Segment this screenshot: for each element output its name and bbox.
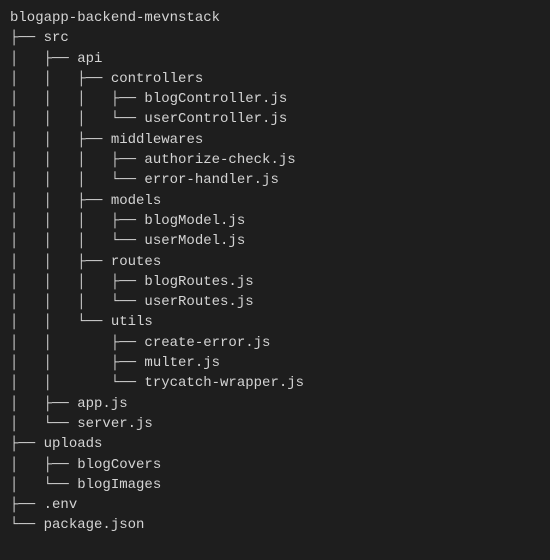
tree-node-name: routes (111, 254, 161, 270)
tree-node-name: blogController.js (144, 91, 287, 107)
tree-node-name: blogModel.js (144, 213, 245, 229)
tree-node-name: models (111, 193, 161, 209)
tree-branch-icon: │ │ ├── (10, 193, 111, 209)
tree-line: │ │ │ ├── blogController.js (10, 89, 540, 109)
tree-line: │ │ ├── multer.js (10, 353, 540, 373)
tree-line: │ │ │ └── error-handler.js (10, 170, 540, 190)
tree-line: │ │ │ ├── blogRoutes.js (10, 272, 540, 292)
tree-node-name: userRoutes.js (144, 294, 253, 310)
tree-node-name: blogCovers (77, 457, 161, 473)
tree-node-name: app.js (77, 396, 127, 412)
tree-branch-icon: │ │ └── (10, 314, 111, 330)
tree-node-name: uploads (44, 436, 103, 452)
tree-node-name: src (44, 30, 69, 46)
tree-node-name: authorize-check.js (144, 152, 295, 168)
tree-line: │ │ ├── middlewares (10, 130, 540, 150)
tree-line: │ │ ├── routes (10, 252, 540, 272)
tree-line: ├── .env (10, 495, 540, 515)
tree-node-name: userModel.js (144, 233, 245, 249)
tree-node-name: trycatch-wrapper.js (144, 375, 304, 391)
tree-branch-icon: │ │ │ ├── (10, 213, 144, 229)
tree-line: │ └── blogImages (10, 475, 540, 495)
tree-line: │ │ └── utils (10, 312, 540, 332)
tree-line: │ │ ├── models (10, 191, 540, 211)
tree-branch-icon: │ │ │ ├── (10, 152, 144, 168)
tree-node-name: .env (44, 497, 78, 513)
tree-branch-icon: │ └── (10, 416, 77, 432)
tree-branch-icon: │ │ │ └── (10, 233, 144, 249)
tree-line: │ │ │ ├── blogModel.js (10, 211, 540, 231)
tree-node-name: create-error.js (144, 335, 270, 351)
tree-line: ├── src (10, 28, 540, 48)
tree-branch-icon: │ │ ├── (10, 335, 144, 351)
tree-line: │ ├── app.js (10, 394, 540, 414)
tree-line: │ ├── api (10, 49, 540, 69)
tree-branch-icon: │ │ └── (10, 375, 144, 391)
tree-branch-icon: ├── (10, 30, 44, 46)
tree-line: │ │ ├── controllers (10, 69, 540, 89)
tree-branch-icon: │ │ │ ├── (10, 274, 144, 290)
tree-node-name: userController.js (144, 111, 287, 127)
tree-line: │ │ │ ├── authorize-check.js (10, 150, 540, 170)
tree-node-name: utils (111, 314, 153, 330)
tree-node-name: api (77, 51, 102, 67)
tree-node-name: error-handler.js (144, 172, 278, 188)
tree-branch-icon: │ │ ├── (10, 132, 111, 148)
tree-line: │ │ │ └── userModel.js (10, 231, 540, 251)
tree-branch-icon: │ │ │ └── (10, 172, 144, 188)
tree-branch-icon: └── (10, 517, 44, 533)
tree-branch-icon: │ │ │ ├── (10, 91, 144, 107)
tree-line: └── package.json (10, 515, 540, 535)
tree-branch-icon: │ └── (10, 477, 77, 493)
tree-line: │ │ │ └── userController.js (10, 109, 540, 129)
tree-line: │ └── server.js (10, 414, 540, 434)
file-tree: blogapp-backend-mevnstack├── src│ ├── ap… (0, 0, 550, 544)
tree-line: blogapp-backend-mevnstack (10, 8, 540, 28)
tree-branch-icon: ├── (10, 497, 44, 513)
tree-line: │ │ ├── create-error.js (10, 333, 540, 353)
tree-branch-icon: │ ├── (10, 396, 77, 412)
tree-node-name: blogImages (77, 477, 161, 493)
tree-line: ├── uploads (10, 434, 540, 454)
tree-node-name: blogapp-backend-mevnstack (10, 10, 220, 26)
tree-line: │ │ │ └── userRoutes.js (10, 292, 540, 312)
tree-node-name: server.js (77, 416, 153, 432)
tree-line: │ ├── blogCovers (10, 455, 540, 475)
tree-node-name: multer.js (144, 355, 220, 371)
tree-branch-icon: ├── (10, 436, 44, 452)
tree-node-name: middlewares (111, 132, 203, 148)
tree-branch-icon: │ │ ├── (10, 355, 144, 371)
tree-branch-icon: │ ├── (10, 51, 77, 67)
tree-node-name: controllers (111, 71, 203, 87)
tree-branch-icon: │ │ │ └── (10, 294, 144, 310)
tree-branch-icon: │ ├── (10, 457, 77, 473)
tree-node-name: blogRoutes.js (144, 274, 253, 290)
tree-branch-icon: │ │ ├── (10, 254, 111, 270)
tree-branch-icon: │ │ ├── (10, 71, 111, 87)
tree-node-name: package.json (44, 517, 145, 533)
tree-line: │ │ └── trycatch-wrapper.js (10, 373, 540, 393)
tree-branch-icon: │ │ │ └── (10, 111, 144, 127)
